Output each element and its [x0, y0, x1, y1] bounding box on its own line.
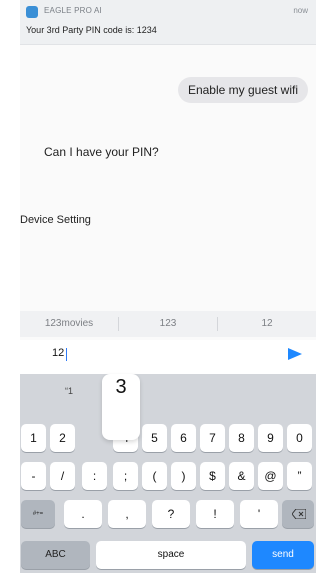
key-apostrophe[interactable]: ': [240, 500, 278, 528]
key-close-paren[interactable]: ): [171, 462, 196, 490]
key-hint: “1: [65, 386, 74, 396]
suggestion-item[interactable]: 12: [218, 311, 316, 337]
key-open-paren[interactable]: (: [142, 462, 167, 490]
suggestion-bar: 123movies 123 12: [20, 311, 316, 337]
delete-key[interactable]: [282, 500, 314, 528]
key-2[interactable]: 2: [50, 424, 75, 452]
key-abc[interactable]: ABC: [21, 541, 90, 569]
key-popup-3: 3: [102, 374, 140, 440]
text-caret: [66, 348, 67, 361]
delete-icon: [292, 509, 306, 519]
key-ampersand[interactable]: &: [229, 462, 254, 490]
keyboard: 1 2 4 5 6 7 8 9 0 - / : ; ( ) $ & @ ” #+…: [20, 374, 316, 573]
key-6[interactable]: 6: [171, 424, 196, 452]
message-input[interactable]: 12: [52, 347, 64, 359]
key-dollar[interactable]: $: [200, 462, 225, 490]
phone-screen: EAGLE PRO AI now Your 3rd Party PIN code…: [20, 0, 316, 573]
key-1[interactable]: 1: [21, 424, 46, 452]
outgoing-message-bubble: Enable my guest wifi: [177, 77, 308, 103]
key-5[interactable]: 5: [142, 424, 167, 452]
key-symbols-toggle[interactable]: #+=: [21, 500, 55, 528]
key-period[interactable]: .: [64, 500, 102, 528]
key-colon[interactable]: :: [82, 462, 107, 490]
send-arrow-icon[interactable]: [288, 348, 302, 360]
key-question[interactable]: ?: [152, 500, 190, 528]
key-dash[interactable]: -: [21, 462, 46, 490]
incoming-message: Can I have your PIN?: [44, 145, 159, 159]
key-0[interactable]: 0: [287, 424, 312, 452]
key-exclamation[interactable]: !: [196, 500, 234, 528]
device-setting-text: Device Setting: [20, 214, 91, 226]
message-input-row: 12: [20, 340, 316, 374]
key-semicolon[interactable]: ;: [113, 462, 138, 490]
suggestion-item[interactable]: 123: [119, 311, 217, 337]
notification-app-name: EAGLE PRO AI: [44, 6, 102, 15]
key-space[interactable]: space: [96, 541, 246, 569]
key-popup-char: 3: [115, 376, 127, 398]
notification-time: now: [293, 6, 308, 15]
key-slash[interactable]: /: [50, 462, 75, 490]
key-8[interactable]: 8: [229, 424, 254, 452]
key-quote[interactable]: ”: [287, 462, 312, 490]
key-7[interactable]: 7: [200, 424, 225, 452]
notification-message: Your 3rd Party PIN code is: 1234: [26, 25, 157, 35]
app-icon: [26, 6, 38, 18]
key-9[interactable]: 9: [258, 424, 283, 452]
key-at[interactable]: @: [258, 462, 283, 490]
notification-banner[interactable]: EAGLE PRO AI now Your 3rd Party PIN code…: [20, 0, 316, 45]
send-button[interactable]: send: [252, 541, 314, 569]
suggestion-item[interactable]: 123movies: [20, 311, 118, 337]
key-comma[interactable]: ,: [108, 500, 146, 528]
